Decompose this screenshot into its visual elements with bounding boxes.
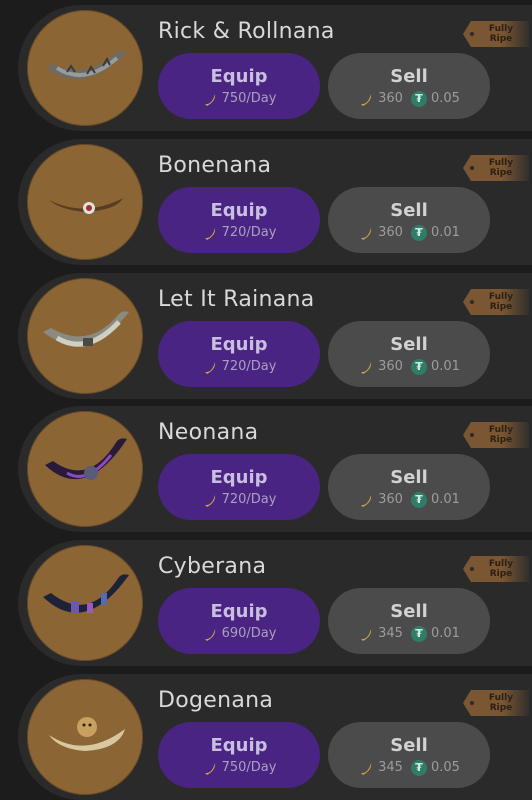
banana-icon bbox=[204, 628, 215, 641]
item-list: Rick & Rollnana Fully Ripe Equip 750/Day… bbox=[0, 0, 532, 800]
banana-icon bbox=[204, 227, 215, 240]
tether-icon: ₮ bbox=[410, 90, 427, 107]
banana-icon bbox=[204, 361, 215, 374]
price-token: 0.05 bbox=[430, 91, 460, 106]
item-avatar bbox=[27, 679, 143, 795]
banana-skin-image bbox=[43, 311, 129, 347]
price-token: 0.01 bbox=[430, 225, 460, 240]
price-token: 0.01 bbox=[430, 626, 460, 641]
ripeness-tag: Fully Ripe bbox=[463, 556, 529, 582]
equip-button[interactable]: Equip 720/Day bbox=[158, 321, 320, 387]
item-name: Let It Rainana bbox=[158, 287, 315, 312]
item-name: Cyberana bbox=[158, 554, 267, 579]
tether-icon: ₮ bbox=[410, 625, 427, 642]
sell-button[interactable]: Sell 345 ₮ 0.01 bbox=[328, 588, 490, 654]
banana-icon bbox=[204, 762, 215, 775]
earning-rate: 750/Day bbox=[221, 91, 277, 106]
banana-icon bbox=[361, 361, 372, 374]
sell-button[interactable]: Sell 360 ₮ 0.05 bbox=[328, 53, 490, 119]
item-name: Bonenana bbox=[158, 153, 272, 178]
banana-icon bbox=[361, 628, 372, 641]
item-name: Neonana bbox=[158, 420, 259, 445]
banana-skin-image bbox=[49, 717, 125, 751]
sell-button[interactable]: Sell 360 ₮ 0.01 bbox=[328, 321, 490, 387]
banana-icon bbox=[204, 494, 215, 507]
list-item[interactable]: Dogenana Fully Ripe Equip 750/Day Sell 3… bbox=[18, 674, 532, 800]
price-banana: 345 bbox=[378, 626, 403, 641]
item-avatar bbox=[27, 278, 143, 394]
equip-button[interactable]: Equip 720/Day bbox=[158, 454, 320, 520]
banana-icon bbox=[361, 227, 372, 240]
price-banana: 360 bbox=[378, 492, 403, 507]
price-banana: 345 bbox=[378, 760, 403, 775]
tether-icon: ₮ bbox=[410, 491, 427, 508]
banana-icon bbox=[361, 93, 372, 106]
price-banana: 360 bbox=[378, 91, 403, 106]
equip-button[interactable]: Equip 750/Day bbox=[158, 722, 320, 788]
item-name: Dogenana bbox=[158, 688, 274, 713]
list-item[interactable]: Neonana Fully Ripe Equip 720/Day Sell 36… bbox=[18, 406, 532, 532]
ripeness-tag: Fully Ripe bbox=[463, 422, 529, 448]
earning-rate: 720/Day bbox=[221, 492, 277, 507]
banana-icon bbox=[204, 93, 215, 106]
banana-skin-image bbox=[47, 51, 127, 79]
item-avatar bbox=[27, 545, 143, 661]
item-name: Rick & Rollnana bbox=[158, 19, 335, 44]
price-banana: 360 bbox=[378, 359, 403, 374]
item-avatar bbox=[27, 144, 143, 260]
item-avatar bbox=[27, 10, 143, 126]
list-item[interactable]: Let It Rainana Fully Ripe Equip 720/Day … bbox=[18, 273, 532, 399]
earning-rate: 720/Day bbox=[221, 359, 277, 374]
sell-button[interactable]: Sell 360 ₮ 0.01 bbox=[328, 454, 490, 520]
ripeness-tag: Fully Ripe bbox=[463, 155, 529, 181]
tether-icon: ₮ bbox=[410, 759, 427, 776]
banana-icon bbox=[361, 494, 372, 507]
price-token: 0.01 bbox=[430, 492, 460, 507]
ripeness-tag: Fully Ripe bbox=[463, 690, 529, 716]
earning-rate: 690/Day bbox=[221, 626, 277, 641]
item-avatar bbox=[27, 411, 143, 527]
sell-button[interactable]: Sell 345 ₮ 0.05 bbox=[328, 722, 490, 788]
banana-skin-image bbox=[45, 438, 127, 480]
list-item[interactable]: Bonenana Fully Ripe Equip 720/Day Sell 3… bbox=[18, 139, 532, 265]
price-token: 0.05 bbox=[430, 760, 460, 775]
tether-icon: ₮ bbox=[410, 358, 427, 375]
earning-rate: 750/Day bbox=[221, 760, 277, 775]
ripeness-tag: Fully Ripe bbox=[463, 21, 529, 47]
sell-button[interactable]: Sell 360 ₮ 0.01 bbox=[328, 187, 490, 253]
ripeness-tag: Fully Ripe bbox=[463, 289, 529, 315]
banana-icon bbox=[361, 762, 372, 775]
banana-skin-image bbox=[49, 198, 123, 214]
list-item[interactable]: Cyberana Fully Ripe Equip 690/Day Sell 3… bbox=[18, 540, 532, 666]
list-item[interactable]: Rick & Rollnana Fully Ripe Equip 750/Day… bbox=[18, 5, 532, 131]
equip-button[interactable]: Equip 750/Day bbox=[158, 53, 320, 119]
equip-button[interactable]: Equip 720/Day bbox=[158, 187, 320, 253]
tether-icon: ₮ bbox=[410, 224, 427, 241]
price-banana: 360 bbox=[378, 225, 403, 240]
earning-rate: 720/Day bbox=[221, 225, 277, 240]
price-token: 0.01 bbox=[430, 359, 460, 374]
banana-skin-image bbox=[43, 574, 129, 613]
equip-button[interactable]: Equip 690/Day bbox=[158, 588, 320, 654]
